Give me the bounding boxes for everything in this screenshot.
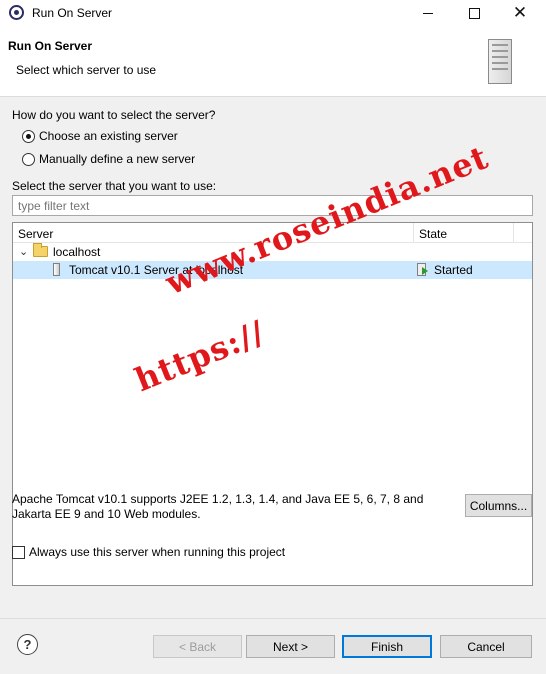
server-list-label: Select the server that you want to use:	[12, 179, 217, 193]
tree-group-localhost[interactable]: ⌄ localhost	[13, 243, 532, 261]
server-icon	[53, 263, 60, 276]
back-button[interactable]: < Back	[153, 635, 242, 658]
always-use-server-option[interactable]: Always use this server when running this…	[12, 545, 285, 559]
footer-separator	[0, 618, 546, 619]
cancel-button[interactable]: Cancel	[440, 635, 532, 658]
next-button[interactable]: Next >	[246, 635, 335, 658]
header-subtitle: Select which server to use	[16, 63, 157, 77]
radio-label: Manually define a new server	[39, 152, 196, 166]
title-bar: Run On Server ✕	[0, 0, 546, 26]
radio-manually-define[interactable]: Manually define a new server	[22, 152, 195, 166]
minimize-button[interactable]	[405, 0, 451, 26]
server-state: Started	[434, 263, 473, 277]
server-table[interactable]: Server State ⌄ localhost Tomcat v10.1 Se…	[12, 222, 533, 586]
wizard-body: How do you want to select the server? Ch…	[0, 97, 546, 674]
table-header: Server State	[13, 223, 532, 243]
column-divider[interactable]	[413, 223, 414, 243]
folder-open-icon	[33, 243, 48, 257]
table-row[interactable]: Tomcat v10.1 Server at localhost Started	[13, 261, 532, 279]
radio-button[interactable]	[22, 152, 35, 166]
group-label: localhost	[53, 245, 101, 259]
window-title: Run On Server	[32, 6, 113, 20]
eclipse-app-icon	[9, 5, 24, 20]
radio-button-checked[interactable]	[22, 129, 35, 143]
radio-label: Choose an existing server	[39, 129, 178, 143]
server-banner-icon	[488, 39, 512, 84]
checkbox[interactable]	[12, 545, 25, 559]
help-icon[interactable]: ?	[17, 634, 38, 655]
radio-choose-existing[interactable]: Choose an existing server	[22, 129, 178, 143]
column-header-state[interactable]: State	[419, 227, 447, 241]
wizard-header: Run On Server Select which server to use	[0, 26, 546, 97]
close-icon[interactable]: ✕	[497, 0, 543, 26]
chevron-down-icon[interactable]: ⌄	[19, 245, 28, 258]
checkbox-label: Always use this server when running this…	[29, 545, 286, 559]
server-started-icon	[417, 263, 428, 276]
column-divider[interactable]	[513, 223, 514, 243]
server-description: Apache Tomcat v10.1 supports J2EE 1.2, 1…	[12, 492, 424, 521]
header-title: Run On Server	[8, 39, 93, 53]
columns-button[interactable]: Columns...	[465, 494, 532, 517]
selection-question: How do you want to select the server?	[12, 108, 216, 122]
filter-input[interactable]	[12, 195, 533, 216]
finish-button[interactable]: Finish	[342, 635, 432, 658]
server-name: Tomcat v10.1 Server at localhost	[69, 263, 244, 277]
maximize-button[interactable]	[451, 0, 497, 26]
column-header-server[interactable]: Server	[18, 227, 53, 241]
